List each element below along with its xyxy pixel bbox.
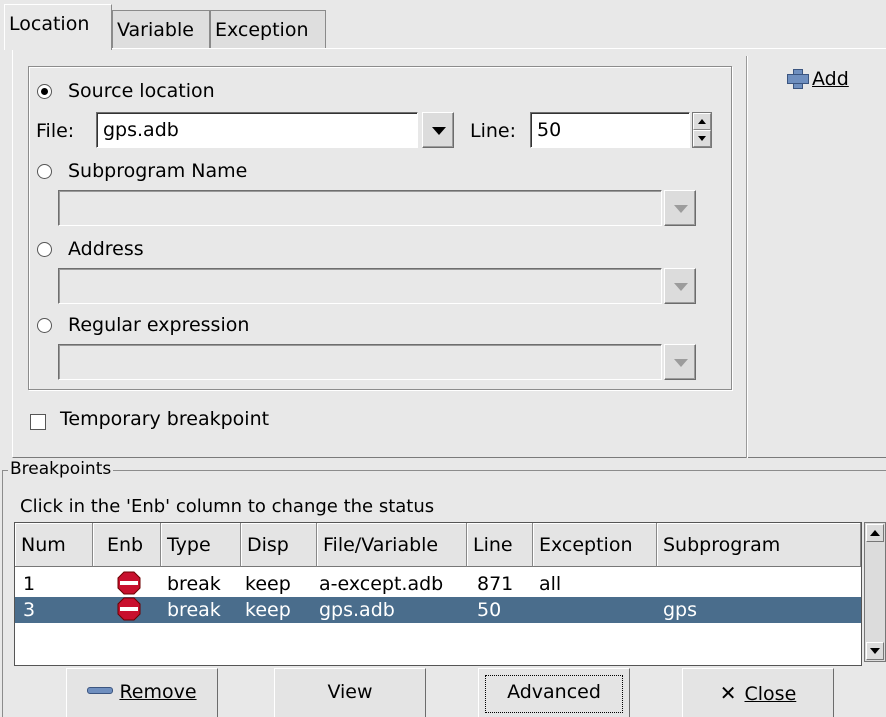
- tab-location-label: Location: [9, 13, 90, 35]
- address-label: Address: [68, 238, 144, 260]
- breakpoints-title: Breakpoints: [8, 458, 114, 480]
- close-label: Close: [744, 683, 797, 705]
- tab-exception-label: Exception: [215, 19, 309, 41]
- regex-radio[interactable]: [37, 318, 52, 333]
- subprogram-label: Subprogram Name: [68, 160, 248, 182]
- stop-sign-icon[interactable]: [117, 571, 141, 595]
- side-panel: [746, 56, 886, 458]
- table-row[interactable]: 1 break keep a-except.adb 871 all: [15, 571, 861, 597]
- column-header-exception[interactable]: Exception: [533, 523, 657, 567]
- remove-button[interactable]: Remove: [66, 668, 218, 717]
- remove-label: Remove: [119, 681, 197, 703]
- add-label: Add: [812, 68, 849, 90]
- column-header-num[interactable]: Num: [15, 523, 93, 567]
- temporary-breakpoint-label: Temporary breakpoint: [60, 408, 270, 430]
- regex-input[interactable]: [58, 344, 662, 380]
- row-num: 3: [23, 599, 36, 621]
- add-button[interactable]: Add: [786, 68, 849, 98]
- tab-variable-label: Variable: [117, 19, 194, 41]
- view-label: View: [327, 681, 373, 703]
- remove-icon: [87, 687, 114, 694]
- file-dropdown-button[interactable]: [422, 112, 454, 148]
- address-input[interactable]: [58, 268, 662, 304]
- scroll-up-icon[interactable]: [866, 524, 884, 542]
- scroll-down-icon[interactable]: [866, 642, 884, 660]
- view-button[interactable]: View: [274, 668, 426, 717]
- row-disp: keep: [245, 573, 291, 595]
- spin-down-icon[interactable]: [693, 130, 711, 147]
- subprogram-dropdown-button[interactable]: [664, 190, 696, 226]
- advanced-button[interactable]: Advanced: [478, 668, 630, 717]
- tab-exception[interactable]: Exception: [210, 10, 326, 48]
- source-location-label: Source location: [68, 80, 215, 102]
- column-header-subprogram[interactable]: Subprogram: [657, 523, 861, 567]
- column-header-line[interactable]: Line: [467, 523, 533, 567]
- add-icon: [786, 68, 809, 89]
- address-radio[interactable]: [37, 242, 52, 257]
- line-input[interactable]: 50: [530, 112, 690, 148]
- row-line: 50: [477, 599, 502, 621]
- row-file: gps.adb: [319, 599, 395, 621]
- table-row-selected[interactable]: 3 break keep gps.adb 50 gps: [15, 597, 861, 623]
- table-vertical-scrollbar[interactable]: [864, 522, 886, 662]
- close-button[interactable]: ✕ Close: [682, 668, 834, 717]
- column-header-disp[interactable]: Disp: [241, 523, 317, 567]
- row-file: a-except.adb: [319, 573, 444, 595]
- address-dropdown-button[interactable]: [664, 268, 696, 304]
- close-icon: ✕: [719, 681, 737, 705]
- spin-up-icon[interactable]: [693, 113, 711, 130]
- row-disp: keep: [245, 599, 291, 621]
- line-spinner[interactable]: [692, 112, 712, 148]
- breakpoints-table: Num Enb Type Disp File/Variable Line Exc…: [14, 522, 862, 666]
- regex-label: Regular expression: [68, 314, 250, 336]
- column-header-type[interactable]: Type: [161, 523, 241, 567]
- column-header-enb[interactable]: Enb: [93, 523, 161, 567]
- row-line: 871: [477, 573, 514, 595]
- row-type: break: [167, 573, 221, 595]
- line-label: Line:: [470, 120, 516, 142]
- temporary-breakpoint-checkbox[interactable]: [30, 414, 46, 430]
- tab-location[interactable]: Location: [4, 4, 112, 50]
- source-location-radio[interactable]: [37, 84, 52, 99]
- regex-dropdown-button[interactable]: [664, 344, 696, 380]
- file-input[interactable]: gps.adb: [96, 112, 418, 148]
- tab-variable[interactable]: Variable: [112, 10, 210, 48]
- row-num: 1: [23, 573, 36, 595]
- subprogram-radio[interactable]: [37, 164, 52, 179]
- row-type: break: [167, 599, 221, 621]
- row-subprogram: gps: [663, 599, 698, 621]
- stop-sign-icon[interactable]: [117, 597, 141, 621]
- breakpoints-hint: Click in the 'Enb' column to change the …: [20, 496, 435, 517]
- file-label: File:: [36, 120, 75, 142]
- column-header-file[interactable]: File/Variable: [317, 523, 467, 567]
- row-exception: all: [539, 573, 562, 595]
- advanced-label: Advanced: [507, 681, 601, 703]
- subprogram-input[interactable]: [58, 190, 662, 226]
